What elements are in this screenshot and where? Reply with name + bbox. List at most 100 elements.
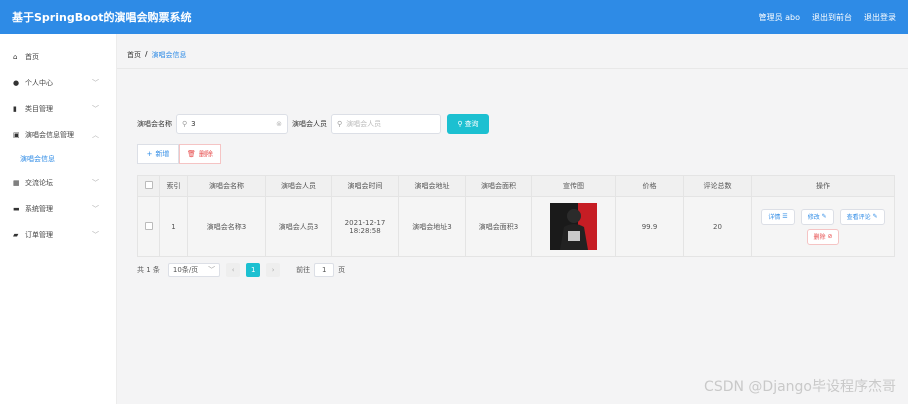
table-header-row: 索引 演唱会名称 演唱会人员 演唱会时间 演唱会地址 演唱会面积 宣传图 价格 … (137, 175, 895, 197)
column-header: 演唱会地址 (398, 175, 466, 197)
breadcrumb-home[interactable]: 首页 (127, 50, 141, 60)
search-form: 演唱会名称 ⚲ 3 ⊗ 演唱会人员 ⚲ 演唱会人员 ⚲ 查询 (137, 114, 489, 134)
address-cell: 演唱会地址3 (398, 196, 466, 257)
time-cell: 2021-12-17 18:28:58 (331, 196, 399, 257)
sidebar-item-label: 演唱会信息管理 (25, 131, 74, 139)
home-icon: ⌂ (13, 53, 18, 61)
page-number-button[interactable]: 1 (246, 263, 261, 277)
divider (117, 68, 908, 69)
view-comments-label: 查看评论 (846, 214, 871, 221)
column-header: 演唱会名称 (187, 175, 266, 197)
search-icon: ⚲ (457, 120, 463, 128)
breadcrumb: 首页 / 演唱会信息 (127, 50, 187, 60)
row-delete-button[interactable]: 删除 ⊘ (806, 228, 840, 245)
chevron-down-icon: ﹀ (92, 179, 99, 187)
app-title: 基于SpringBoot的演唱会购票系统 (12, 11, 192, 24)
column-header: 宣传图 (531, 175, 616, 197)
query-button[interactable]: ⚲ 查询 (447, 114, 489, 134)
chart-icon: ▮ (13, 105, 17, 113)
sidebar-item-category[interactable]: ▮ 类目管理 ﹀ (0, 96, 116, 122)
add-button-label: 新增 (155, 150, 170, 158)
main-content: 首页 / 演唱会信息 演唱会名称 ⚲ 3 ⊗ 演唱会人员 ⚲ 演唱会人员 ⚲ 查… (117, 34, 908, 404)
chevron-down-icon: ﹀ (92, 79, 99, 87)
page-size-select[interactable]: 10条/页 ﹀ (167, 263, 221, 277)
delete-button[interactable]: 🗑 删除 (179, 144, 221, 164)
sidebar-item-label: 首页 (25, 53, 39, 61)
row-delete-label: 删除 (813, 234, 826, 241)
comments-count-cell: 20 (683, 196, 752, 257)
top-bar: 基于SpringBoot的演唱会购票系统 管理员 abo 退出到前台 退出登录 (0, 0, 908, 34)
sidebar-item-personal-center[interactable]: ● 个人中心 ﹀ (0, 70, 116, 96)
goto-label: 前往 (296, 266, 311, 274)
sidebar-item-forum[interactable]: ▦ 交流论坛 ﹀ (0, 170, 116, 196)
order-icon: ▰ (13, 231, 19, 239)
logout-link[interactable]: 退出登录 (864, 12, 896, 23)
chevron-down-icon: ﹀ (92, 205, 99, 213)
delete-button-label: 删除 (198, 150, 213, 158)
column-header: 价格 (615, 175, 684, 197)
column-header: 索引 (159, 175, 188, 197)
sidebar-item-home[interactable]: ⌂ 首页 (0, 44, 116, 70)
area-cell: 演唱会面积3 (465, 196, 532, 257)
sidebar-item-system[interactable]: ▬ 系统管理 ﹀ (0, 196, 116, 222)
prev-page-button[interactable]: ‹ (226, 263, 241, 277)
name-search-input[interactable]: ⚲ 3 ⊗ (176, 114, 288, 134)
select-all-header[interactable] (137, 175, 160, 197)
clear-icon[interactable]: ⊗ (276, 120, 282, 128)
performer-cell: 演唱会人员3 (265, 196, 332, 257)
user-icon: ● (13, 79, 20, 87)
name-field-label: 演唱会名称 (137, 120, 172, 128)
price-cell: 99.9 (615, 196, 684, 257)
row-checkbox[interactable] (144, 221, 153, 230)
sidebar-item-label: 类目管理 (25, 105, 53, 113)
row-select-cell[interactable] (137, 196, 160, 257)
sidebar-item-label: 订单管理 (25, 231, 53, 239)
trash-icon: ⊘ (827, 233, 833, 240)
performer-placeholder: 演唱会人员 (346, 120, 382, 128)
sidebar-item-label: 系统管理 (25, 205, 53, 213)
sidebar: ⌂ 首页 ● 个人中心 ﹀ ▮ 类目管理 ﹀ ▣ 演唱会信息管理 ︿ 演唱会信息… (0, 34, 117, 404)
goto-page-input[interactable]: 1 (314, 263, 335, 277)
detail-icon: ☰ (782, 213, 788, 220)
sidebar-item-label: 交流论坛 (25, 179, 53, 187)
settings-icon: ▬ (13, 205, 20, 213)
detail-button-label: 详情 (768, 214, 781, 221)
performer-search-input[interactable]: ⚲ 演唱会人员 (331, 114, 441, 134)
view-comments-button[interactable]: 查看评论 ✎ (839, 208, 885, 225)
add-button[interactable]: + 新增 (137, 144, 179, 164)
name-search-value: 3 (191, 120, 196, 128)
concert-table: 索引 演唱会名称 演唱会人员 演唱会时间 演唱会地址 演唱会面积 宣传图 价格 … (137, 175, 895, 257)
column-header: 演唱会面积 (465, 175, 532, 197)
chevron-down-icon: ﹀ (92, 231, 99, 239)
sidebar-item-orders[interactable]: ▰ 订单管理 ﹀ (0, 222, 116, 248)
next-page-button[interactable]: › (266, 263, 281, 277)
plus-icon: + (146, 150, 153, 158)
edit-icon: ✎ (872, 213, 878, 220)
edit-button[interactable]: 修改 ✎ (800, 208, 834, 225)
sidebar-item-concert-management[interactable]: ▣ 演唱会信息管理 ︿ (0, 122, 116, 148)
search-icon: ⚲ (337, 120, 343, 128)
breadcrumb-current: 演唱会信息 (151, 51, 187, 59)
select-all-checkbox[interactable] (144, 181, 153, 189)
watermark: CSDN @Django毕设程序杰哥 (704, 379, 896, 395)
detail-button[interactable]: 详情 ☰ (761, 208, 795, 225)
table-row: 1 演唱会名称3 演唱会人员3 2021-12-17 18:28:58 演唱会地… (137, 196, 895, 257)
edit-button-label: 修改 (807, 214, 820, 221)
search-icon: ⚲ (182, 120, 188, 128)
chevron-down-icon: ﹀ (208, 266, 216, 274)
sidebar-item-concert-info[interactable]: 演唱会信息 (0, 148, 116, 170)
exit-to-frontend-link[interactable]: 退出到前台 (812, 12, 852, 23)
column-header: 演唱会人员 (265, 175, 332, 197)
chevron-up-icon: ︿ (92, 131, 99, 139)
column-header: 评论总数 (683, 175, 752, 197)
poster-cell (531, 196, 616, 257)
table-actions: + 新增 🗑 删除 (137, 144, 221, 164)
ticket-icon: ▣ (13, 131, 20, 139)
column-header: 操作 (751, 175, 895, 197)
name-cell: 演唱会名称3 (187, 196, 266, 257)
performer-field-label: 演唱会人员 (292, 120, 327, 128)
index-cell: 1 (159, 196, 188, 257)
poster-image (550, 203, 597, 250)
trash-icon: 🗑 (187, 150, 196, 158)
total-count: 共 1 条 (137, 266, 160, 274)
